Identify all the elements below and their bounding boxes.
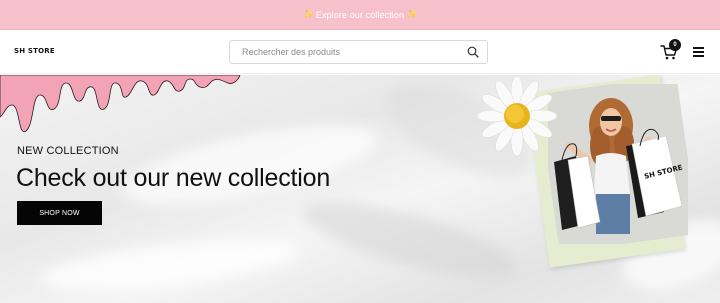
menu-icon[interactable] [693,47,705,57]
hero-banner: NEW COLLECTION Check out our new collect… [0,75,720,303]
hero-title: Check out our new collection [16,164,331,192]
cart-count-badge: 0 [669,39,681,51]
announcement-bar: ✨ Explore our collection ✨ [0,0,720,30]
site-header: SH STORE 0 [0,30,720,74]
pink-drip-decoration [0,75,241,133]
search-icon[interactable] [467,46,479,58]
shopping-woman-image: SH STORE [548,84,688,244]
announcement-text[interactable]: Explore our collection [316,10,404,20]
shop-now-button[interactable]: SHOP NOW [17,201,102,225]
sparkle-icon-right: ✨ [406,9,418,19]
hero-subtitle: NEW COLLECTION [17,145,119,157]
daisy-flower-decoration [476,75,558,157]
sparkle-icon-left: ✨ [302,9,314,19]
search-input[interactable] [230,41,460,63]
search-bar [229,40,488,64]
store-logo[interactable]: SH STORE [14,47,55,55]
